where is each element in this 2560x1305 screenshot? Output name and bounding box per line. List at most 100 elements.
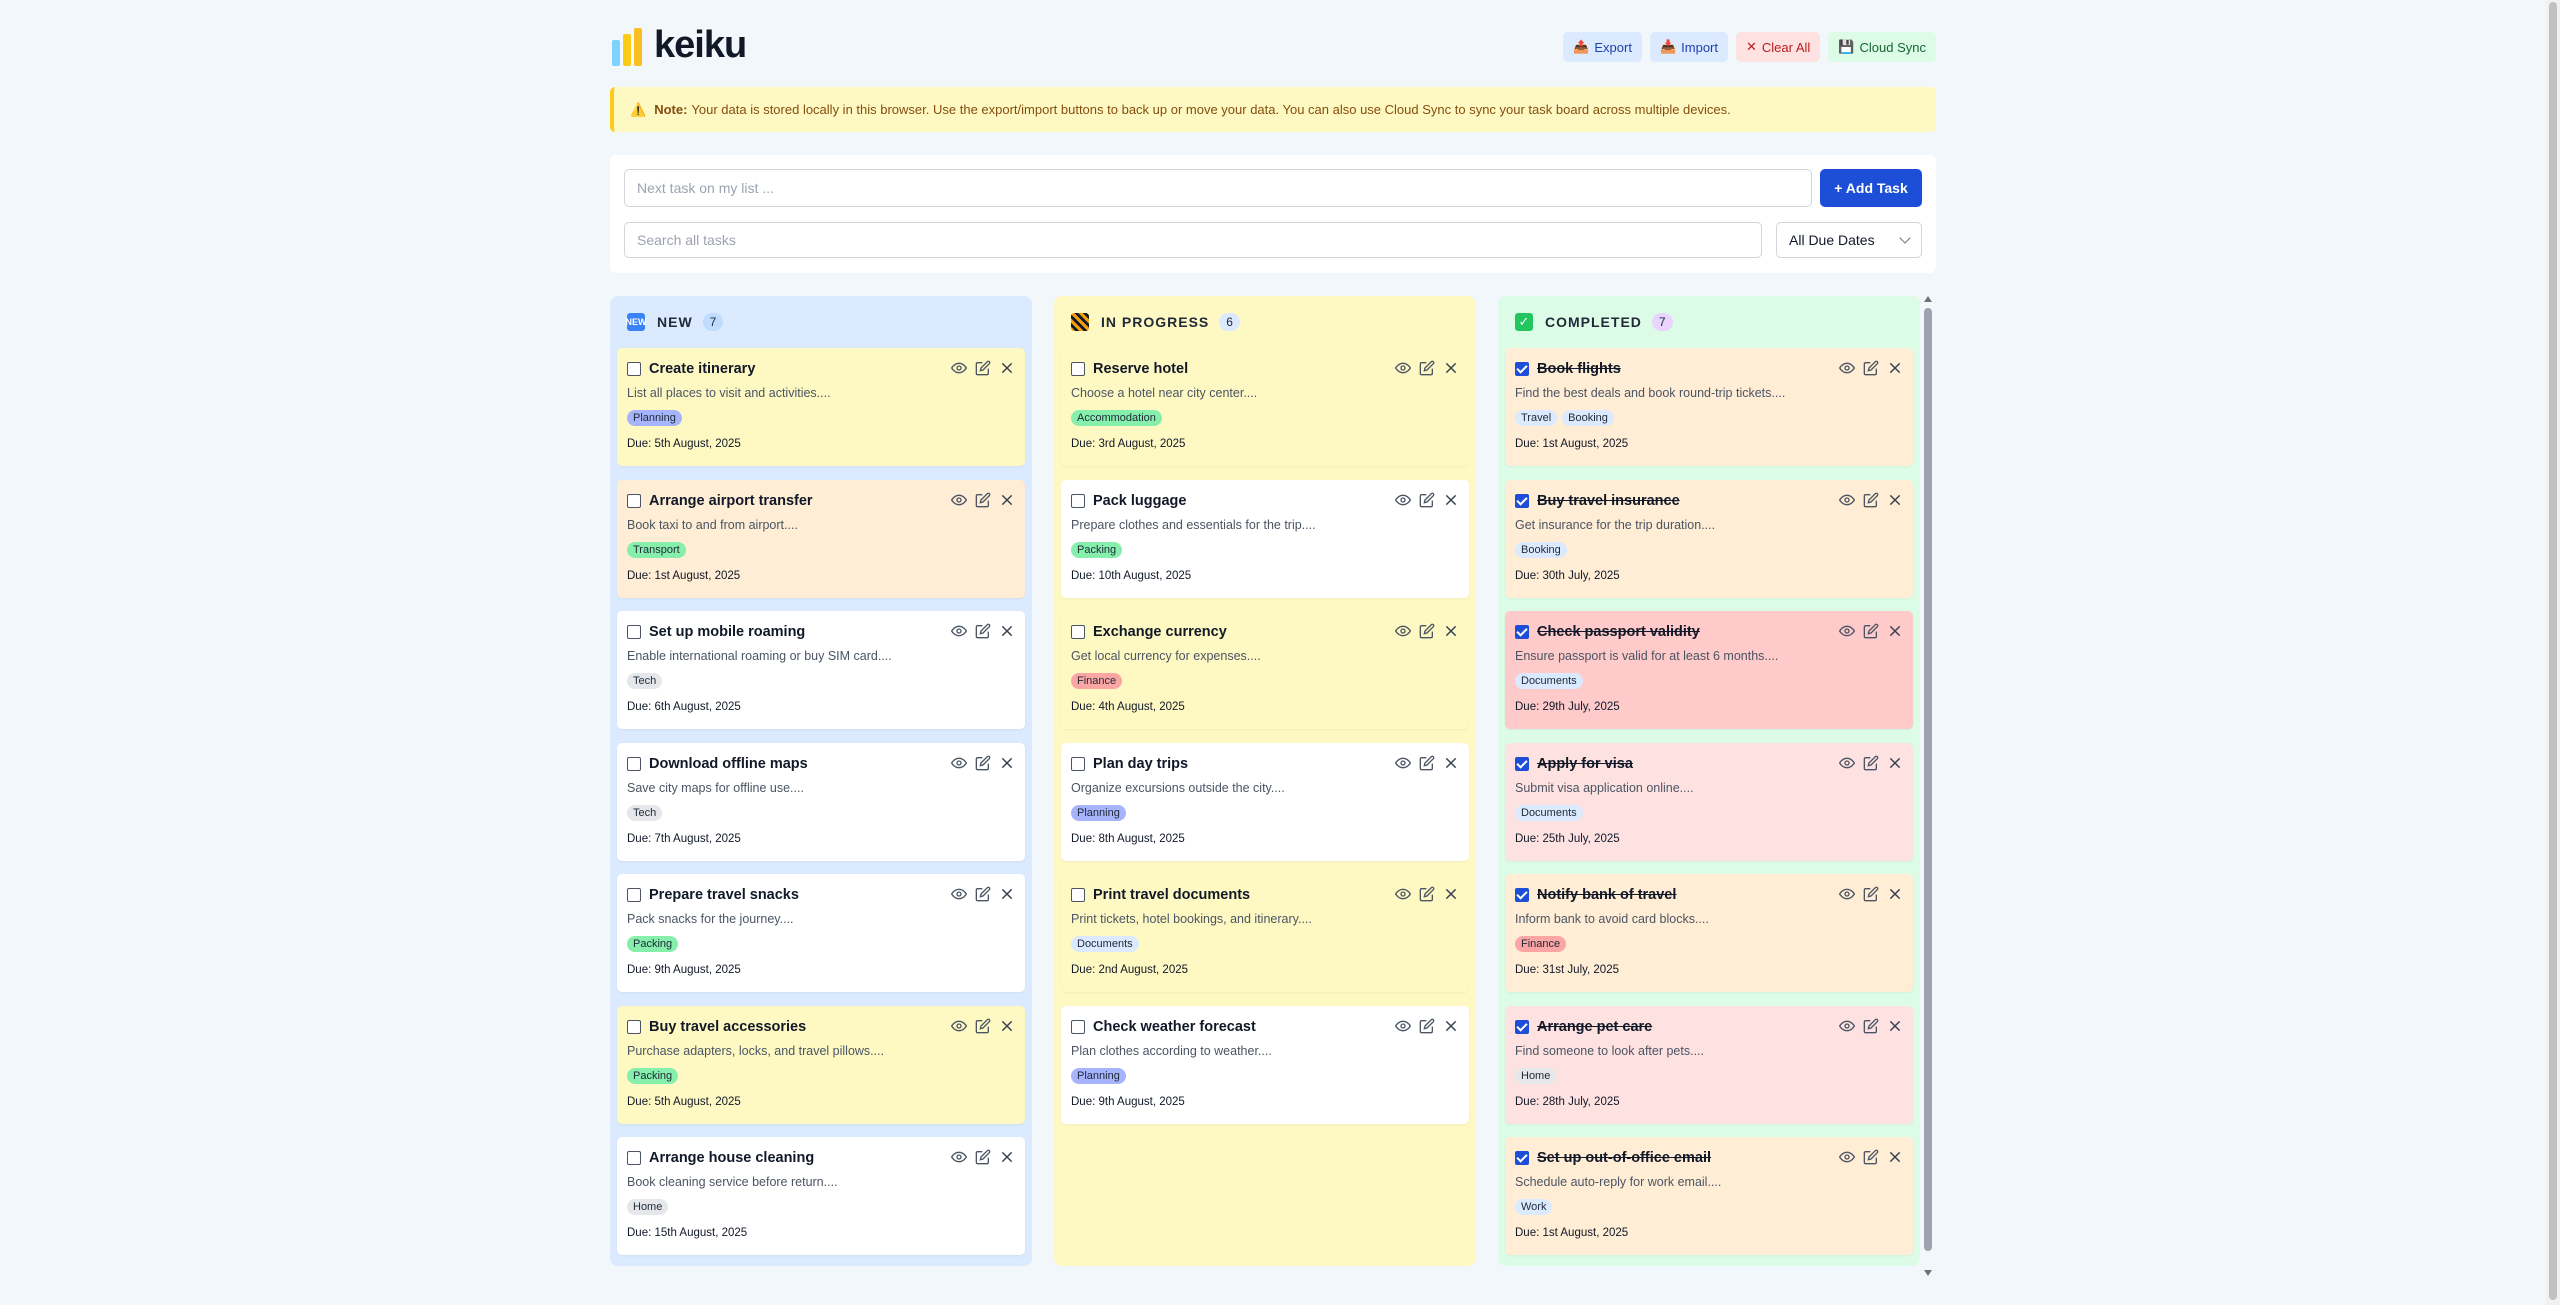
task-checkbox[interactable] xyxy=(1071,888,1085,902)
task-card[interactable]: Set up out-of-office email Schedule auto-… xyxy=(1505,1137,1913,1255)
task-checkbox[interactable] xyxy=(627,888,641,902)
edit-icon[interactable] xyxy=(975,623,991,639)
due-date-filter[interactable]: All Due Dates xyxy=(1776,222,1922,258)
eye-icon[interactable] xyxy=(1839,623,1855,639)
edit-icon[interactable] xyxy=(1863,755,1879,771)
eye-icon[interactable] xyxy=(951,886,967,902)
edit-icon[interactable] xyxy=(1863,492,1879,508)
edit-icon[interactable] xyxy=(1419,360,1435,376)
task-card[interactable]: Notify bank of travel Inform bank to avoi… xyxy=(1505,874,1913,992)
eye-icon[interactable] xyxy=(951,492,967,508)
board-scrollbar[interactable] xyxy=(1921,296,1935,1276)
task-card[interactable]: Arrange airport transfer Book taxi to and… xyxy=(617,479,1025,598)
add-task-button[interactable]: + Add Task xyxy=(1820,169,1922,207)
edit-icon[interactable] xyxy=(1863,1149,1879,1165)
close-icon[interactable] xyxy=(999,492,1015,508)
close-icon[interactable] xyxy=(1887,755,1903,771)
cloud-sync-button[interactable]: 💾 Cloud Sync xyxy=(1828,32,1936,62)
edit-icon[interactable] xyxy=(1863,623,1879,639)
eye-icon[interactable] xyxy=(1839,755,1855,771)
close-icon[interactable] xyxy=(999,360,1015,376)
close-icon[interactable] xyxy=(1887,1149,1903,1165)
close-icon[interactable] xyxy=(999,623,1015,639)
task-card[interactable]: Arrange house cleaning Book cleaning serv… xyxy=(617,1137,1025,1255)
eye-icon[interactable] xyxy=(1395,623,1411,639)
task-checkbox[interactable] xyxy=(1515,1151,1529,1165)
task-checkbox[interactable] xyxy=(627,756,641,771)
eye-icon[interactable] xyxy=(1395,886,1411,902)
eye-icon[interactable] xyxy=(1395,492,1411,508)
scroll-up-icon[interactable] xyxy=(1924,296,1932,302)
eye-icon[interactable] xyxy=(1839,1149,1855,1165)
task-card[interactable]: Check weather forecast Plan clothes accor… xyxy=(1061,1005,1469,1124)
close-icon[interactable] xyxy=(999,886,1015,902)
close-icon[interactable] xyxy=(1443,623,1459,639)
close-icon[interactable] xyxy=(1443,492,1459,508)
edit-icon[interactable] xyxy=(975,886,991,902)
task-checkbox[interactable] xyxy=(1071,756,1085,771)
task-checkbox[interactable] xyxy=(1071,625,1085,639)
edit-icon[interactable] xyxy=(1419,886,1435,902)
eye-icon[interactable] xyxy=(951,1018,967,1034)
task-card[interactable]: Set up mobile roaming Enable internationa… xyxy=(617,611,1025,729)
task-checkbox[interactable] xyxy=(1515,888,1529,902)
close-icon[interactable] xyxy=(1887,360,1903,376)
clear-all-button[interactable]: ✕ Clear All xyxy=(1736,32,1821,62)
task-checkbox[interactable] xyxy=(627,625,641,639)
task-card[interactable]: Print travel documents Print tickets, hot… xyxy=(1061,874,1469,992)
task-checkbox[interactable] xyxy=(1515,756,1529,771)
eye-icon[interactable] xyxy=(951,1149,967,1165)
close-icon[interactable] xyxy=(1443,360,1459,376)
eye-icon[interactable] xyxy=(1395,1018,1411,1034)
edit-icon[interactable] xyxy=(1419,755,1435,771)
new-task-input[interactable] xyxy=(624,169,1812,207)
task-card[interactable]: Buy travel accessories Purchase adapters,… xyxy=(617,1005,1025,1124)
edit-icon[interactable] xyxy=(1863,886,1879,902)
edit-icon[interactable] xyxy=(975,492,991,508)
eye-icon[interactable] xyxy=(1395,755,1411,771)
eye-icon[interactable] xyxy=(951,755,967,771)
eye-icon[interactable] xyxy=(1395,360,1411,376)
close-icon[interactable] xyxy=(999,1018,1015,1034)
task-checkbox[interactable] xyxy=(627,1151,641,1165)
task-checkbox[interactable] xyxy=(1071,1019,1085,1034)
task-checkbox[interactable] xyxy=(1515,625,1529,639)
edit-icon[interactable] xyxy=(975,360,991,376)
task-checkbox[interactable] xyxy=(1515,1019,1529,1034)
export-button[interactable]: 📤 Export xyxy=(1563,32,1642,62)
page-scrollbar-thumb[interactable] xyxy=(2549,2,2557,1300)
scrollbar-thumb[interactable] xyxy=(1924,308,1932,1251)
edit-icon[interactable] xyxy=(975,1018,991,1034)
task-checkbox[interactable] xyxy=(1071,362,1085,376)
import-button[interactable]: 📥 Import xyxy=(1649,32,1728,62)
close-icon[interactable] xyxy=(1887,492,1903,508)
task-checkbox[interactable] xyxy=(627,493,641,508)
page-scrollbar[interactable] xyxy=(2546,0,2560,1305)
eye-icon[interactable] xyxy=(1839,886,1855,902)
edit-icon[interactable] xyxy=(1863,360,1879,376)
eye-icon[interactable] xyxy=(1839,360,1855,376)
task-card[interactable]: Download offline maps Save city maps for … xyxy=(617,742,1025,861)
task-card[interactable]: Book flights Find the best deals and book… xyxy=(1505,348,1913,466)
task-card[interactable]: Arrange pet care Find someone to look aft… xyxy=(1505,1005,1913,1124)
task-checkbox[interactable] xyxy=(1515,493,1529,508)
edit-icon[interactable] xyxy=(1419,492,1435,508)
close-icon[interactable] xyxy=(1443,1018,1459,1034)
task-checkbox[interactable] xyxy=(627,362,641,376)
task-card[interactable]: Buy travel insurance Get insurance for th… xyxy=(1505,479,1913,598)
edit-icon[interactable] xyxy=(1419,623,1435,639)
eye-icon[interactable] xyxy=(1839,492,1855,508)
edit-icon[interactable] xyxy=(1419,1018,1435,1034)
close-icon[interactable] xyxy=(999,1149,1015,1165)
close-icon[interactable] xyxy=(1887,886,1903,902)
scroll-down-icon[interactable] xyxy=(1924,1270,1932,1276)
close-icon[interactable] xyxy=(1443,755,1459,771)
eye-icon[interactable] xyxy=(951,360,967,376)
task-card[interactable]: Pack luggage Prepare clothes and essentia… xyxy=(1061,479,1469,598)
eye-icon[interactable] xyxy=(1839,1018,1855,1034)
close-icon[interactable] xyxy=(1887,1018,1903,1034)
task-checkbox[interactable] xyxy=(627,1019,641,1034)
task-card[interactable]: Create itinerary List all places to visit… xyxy=(617,348,1025,466)
close-icon[interactable] xyxy=(1887,623,1903,639)
task-checkbox[interactable] xyxy=(1071,493,1085,508)
